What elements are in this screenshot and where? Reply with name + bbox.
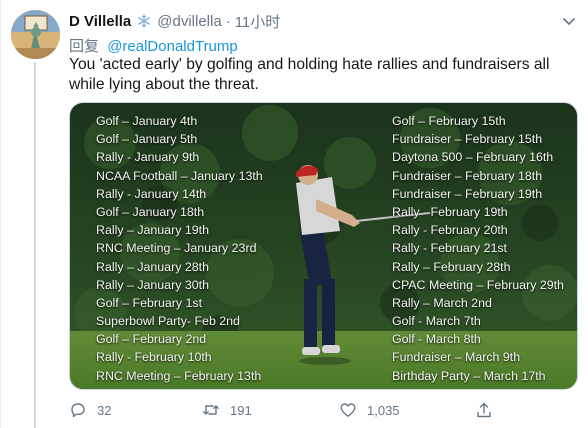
schedule-entry: Golf – January 18th (96, 204, 205, 219)
schedule-entry: Rally - February 10th (96, 350, 212, 365)
reply-button[interactable]: 32 (69, 399, 111, 421)
schedule-entry: Rally – February 28th (392, 259, 511, 274)
tweet-header: D Villella @dvillella · 11小时 (69, 11, 280, 31)
retweet-count: 191 (230, 402, 252, 418)
retweet-icon (203, 405, 219, 415)
heart-icon (340, 403, 356, 417)
schedule-entry: Fundraiser – February 18th (392, 168, 543, 183)
display-name[interactable]: D Villella (69, 13, 131, 30)
schedule-entry: Fundraiser – February 15th (392, 132, 543, 147)
tweet-card[interactable]: D Villella @dvillella · 11小时 回复 @realDon… (0, 0, 588, 428)
schedule-entry: Rally – January 19th (96, 223, 209, 238)
schedule-entry: Fundraiser – February 19th (392, 186, 543, 201)
share-icon (477, 402, 491, 418)
reply-count: 32 (97, 402, 112, 418)
schedule-entry: NCAA Football – January 13th (96, 168, 263, 183)
avatar[interactable] (11, 10, 60, 59)
schedule-entry: Golf - March 7th (392, 314, 481, 329)
schedule-entry: Rally – January 28th (96, 259, 209, 274)
reply-mention-link[interactable]: @realDonaldTrump (107, 38, 238, 55)
share-button[interactable] (475, 399, 493, 421)
schedule-entry: Rally - February 21st (392, 241, 507, 256)
schedule-entry: Fundraiser – March 9th (392, 350, 521, 365)
schedule-entry: Golf – February 15th (392, 114, 506, 128)
schedule-entry: Rally - February 20th (392, 223, 508, 238)
schedule-entry: Rally - February 19th (392, 204, 508, 219)
tweet-image[interactable]: Golf – January 4th Golf – January 5th Rall… (69, 102, 578, 390)
schedule-entry: Rally – January 30th (96, 277, 209, 292)
schedule-entry: Birthday Party – March 17th (392, 368, 546, 383)
reply-context: 回复 @realDonaldTrump (69, 35, 238, 56)
schedule-entry: Rally - January 9th (96, 150, 200, 165)
snowflake-icon (137, 14, 151, 28)
schedule-entry: RNC Meeting – February 13th (96, 368, 262, 383)
tweet-actions: 32 191 1,035 (69, 399, 509, 421)
schedule-entry: Rally - January 14th (96, 186, 207, 201)
reply-label: 回复 (69, 38, 100, 55)
tweet-text: You 'acted early' by golfing and holding… (69, 56, 550, 93)
schedule-entry: Daytona 500 – February 16th (392, 150, 554, 165)
reply-icon (71, 403, 85, 418)
avatar-image (11, 10, 60, 59)
retweet-button[interactable]: 191 (202, 399, 252, 421)
schedule-entry: RNC Meeting – January 23rd (96, 241, 257, 256)
schedule-entry: Golf - March 8th (392, 332, 481, 347)
user-handle[interactable]: @dvillella (157, 13, 221, 30)
schedule-entry: Superbowl Party- Feb 2nd (96, 314, 240, 329)
schedule-entry: Rally – March 2nd (392, 295, 492, 310)
thread-line (34, 62, 36, 428)
schedule-entry: Golf – January 4th (96, 114, 198, 128)
like-button[interactable]: 1,035 (339, 399, 400, 421)
timestamp[interactable]: 11小时 (235, 11, 281, 32)
chevron-down-icon[interactable] (560, 12, 578, 30)
schedule-entry: Golf – January 5th (96, 132, 198, 147)
schedule-left-column: Golf – January 4th Golf – January 5th Rall… (96, 112, 263, 385)
schedule-entry: Golf – February 2nd (96, 332, 207, 347)
schedule-entry: CPAC Meeting – February 29th (392, 277, 564, 292)
like-count: 1,035 (367, 402, 400, 418)
schedule-right-column: Golf – February 15th Fundraiser – Februar… (392, 112, 564, 385)
separator-dot: · (225, 12, 231, 30)
schedule-entry: Golf – February 1st (96, 295, 203, 310)
